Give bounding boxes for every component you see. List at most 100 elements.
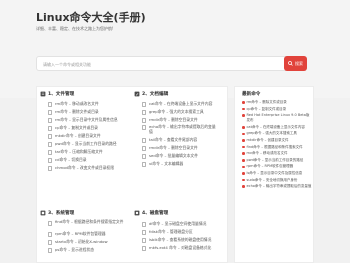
bullet-icon — [242, 172, 245, 175]
page: Linux命令大全(手册) 详细、丰富、稳定、在技术之路上为您护航! 搜索 1、… — [0, 0, 350, 263]
sidebar-item[interactable]: mkdir命令 – 创建目录文件 — [242, 138, 312, 143]
list-item[interactable]: find命令 – 根据路径和条件搜索指定文件 — [48, 219, 129, 230]
document-icon — [142, 229, 146, 235]
sidebar-item[interactable]: rpm命令 – RPM软件包管理器 — [242, 164, 312, 169]
bullet-icon — [242, 145, 245, 149]
sidebar-item[interactable]: Red Hat Enterprise Linux 9.0 Beta版发布 — [242, 113, 312, 123]
list-item[interactable]: rm命令 – 显示目录中文件及属性信息 — [48, 116, 118, 124]
list-item[interactable]: cat命令 – 在终端设备上显示文件内容 — [142, 100, 219, 108]
search-button-label: 搜索 — [295, 60, 303, 66]
search-icon — [288, 61, 293, 66]
category-label: 2、文档编辑 — [142, 92, 169, 97]
bullet-icon — [242, 126, 245, 129]
list-item[interactable]: echo命令 – 输出字符串或提取后的变量值 — [142, 124, 219, 136]
bullet-icon — [242, 139, 245, 142]
document-icon — [142, 109, 146, 115]
category-label: 4、磁盘管理 — [142, 211, 169, 216]
edit-icon — [134, 91, 140, 97]
list-item[interactable]: grep命令 – 强大的文本搜索工具 — [142, 108, 219, 116]
command-list: df命令 – 显示磁盘空间使用量情况 fdisk命令 – 管理磁盘分区 lsbl… — [142, 220, 211, 252]
document-icon — [48, 149, 52, 155]
document-icon — [48, 231, 52, 237]
bullet-icon — [242, 101, 245, 104]
document-icon — [142, 125, 146, 130]
document-icon — [142, 117, 146, 123]
search-button[interactable]: 搜索 — [284, 56, 307, 71]
list-item[interactable]: cd命令 – 切换目录 — [48, 156, 118, 164]
list-item[interactable]: fdisk命令 – 管理磁盘分区 — [142, 228, 211, 236]
list-item[interactable]: rmdir命令 – 删除空目录文件 — [142, 144, 219, 152]
document-icon — [142, 153, 146, 159]
document-icon — [48, 221, 52, 226]
list-item[interactable]: pwd命令 – 显示当前工作目录的路径 — [48, 140, 118, 148]
category-title-system-management[interactable]: 3、系统管理 — [40, 210, 74, 216]
document-icon — [48, 157, 52, 163]
bullet-icon — [242, 114, 245, 117]
document-icon — [48, 165, 52, 171]
category-title-file-management[interactable]: 1、文件管理 — [40, 91, 74, 97]
document-icon — [142, 161, 146, 167]
sidebar-item[interactable]: cat命令 – 在终端设备上显示文件内容 — [242, 125, 312, 130]
sidebar-item[interactable]: grep命令 – 强大的文本搜索工具 — [242, 131, 312, 136]
sidebar-list: rm命令 – 删除文件或目录 cp命令 – 复制文件或目录 Red Hat En… — [242, 100, 312, 191]
document-icon — [48, 247, 52, 253]
sidebar-item[interactable]: ls命令 – 显示目录中文件及属性信息 — [242, 171, 312, 176]
list-item[interactable]: rpm命令 – RPM软件包管理器 — [48, 230, 129, 238]
sidebar-item[interactable]: find命令 – 根据路径和条件搜索文件 — [242, 145, 312, 150]
site-subtitle: 详细、丰富、稳定、在技术之路上为您护航! — [36, 26, 114, 31]
document-icon — [142, 221, 146, 227]
bullet-icon — [242, 185, 245, 188]
command-list: cat命令 – 在终端设备上显示文件内容 grep命令 – 强大的文本搜索工具 … — [142, 100, 219, 168]
sidebar-item[interactable]: pwd命令 – 显示当前工作目录的路径 — [242, 158, 312, 163]
category-label: 3、系统管理 — [48, 211, 75, 216]
header: Linux命令大全(手册) 详细、丰富、稳定、在技术之路上为您护航! — [0, 0, 350, 98]
bullet-icon — [242, 107, 245, 111]
sidebar-item[interactable]: rm命令 – 删除文件或目录 — [242, 100, 312, 105]
file-icon — [40, 91, 46, 97]
document-icon — [142, 101, 146, 107]
list-item[interactable]: tail命令 – 查看文件尾部内容 — [142, 136, 219, 144]
search-box — [36, 56, 307, 71]
sidebar-item[interactable]: sudo命令 – 安全地切换用户身份 — [242, 178, 312, 183]
list-item[interactable]: ps命令 – 显示进程状态 — [48, 246, 129, 254]
document-icon — [142, 237, 146, 243]
category-title-disk-management[interactable]: 4、磁盘管理 — [134, 210, 168, 216]
list-item[interactable]: lsblk命令 – 查看系统的磁盘使用情况 — [142, 236, 211, 244]
list-item[interactable]: cp命令 – 复制文件或目录 — [48, 124, 118, 132]
document-icon — [48, 133, 52, 139]
system-icon — [40, 210, 46, 216]
list-item[interactable]: tar命令 – 压缩和解压缩文件 — [48, 148, 118, 156]
site-title[interactable]: Linux命令大全(手册) — [36, 9, 146, 25]
document-icon — [48, 109, 52, 115]
disk-icon — [134, 210, 140, 216]
document-icon — [48, 101, 52, 107]
list-item[interactable]: chmod命令 – 改变文件或目录权限 — [48, 164, 118, 172]
document-icon — [48, 125, 52, 131]
sidebar-item[interactable]: echo命令 – 输出字符串或提取后的变量值 — [242, 184, 312, 189]
list-item[interactable]: vi命令 – 文本编辑器 — [142, 160, 219, 168]
document-icon — [142, 245, 146, 251]
bullet-icon — [242, 132, 245, 136]
list-item[interactable]: rm命令 – 删除文件或目录 — [48, 108, 118, 116]
list-item[interactable]: mkdir命令 – 创建目录文件 — [48, 132, 118, 140]
list-item[interactable]: mkfs.ext4 命令 – 对磁盘设备格式化 — [142, 244, 211, 252]
document-icon — [142, 145, 146, 151]
list-item[interactable]: sed命令 – 批量编辑文本文件 — [142, 152, 219, 160]
sidebar-item[interactable]: mv命令 – 移动或改名文件 — [242, 151, 312, 156]
bullet-icon — [242, 178, 245, 182]
list-item[interactable]: df命令 – 显示磁盘空间使用量情况 — [142, 220, 211, 228]
search-input[interactable] — [41, 59, 261, 69]
bullet-icon — [242, 159, 245, 162]
document-icon — [48, 239, 52, 245]
document-icon — [48, 141, 52, 147]
bullet-icon — [242, 152, 245, 155]
document-icon — [48, 117, 52, 123]
list-item[interactable]: rm命令 – 移动或改名文件 — [48, 100, 118, 108]
sidebar-item[interactable]: cp命令 – 复制文件或目录 — [242, 107, 312, 112]
list-item[interactable]: startx命令 – 初始化X-window — [48, 238, 129, 246]
category-label: 1、文件管理 — [48, 92, 75, 97]
category-title-document-editing[interactable]: 2、文档编辑 — [134, 91, 168, 97]
list-item[interactable]: rmdir命令 – 删除空目录文件 — [142, 116, 219, 124]
bullet-icon — [242, 165, 245, 169]
command-list: find命令 – 根据路径和条件搜索指定文件 rpm命令 – RPM软件包管理器… — [48, 219, 129, 254]
